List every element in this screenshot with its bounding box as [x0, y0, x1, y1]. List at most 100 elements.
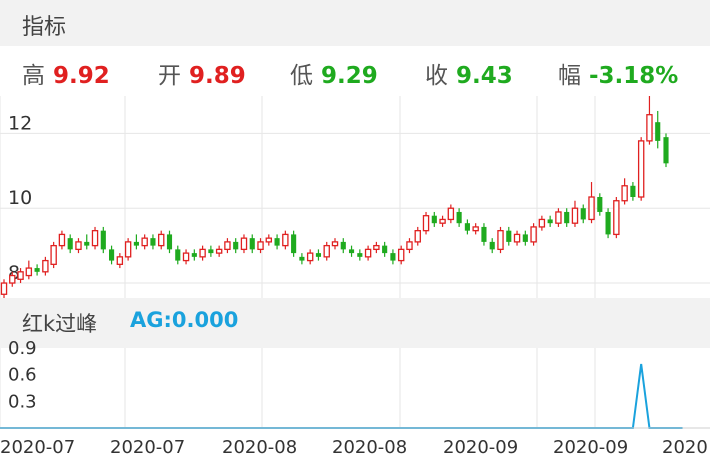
candle: [422, 211, 430, 235]
candle-body: [397, 248, 405, 262]
candle-body: [323, 244, 330, 258]
candle: [265, 234, 273, 246]
candle: [456, 208, 462, 227]
candle: [364, 245, 372, 261]
candle-body: [547, 219, 553, 224]
candle-body: [249, 238, 255, 250]
quote-high-value: 9.92: [53, 63, 110, 89]
candle: [199, 245, 206, 261]
y-tick-label: 10: [8, 187, 32, 209]
candle: [25, 260, 33, 280]
candle: [538, 215, 546, 231]
candle: [34, 264, 40, 276]
candle-body: [571, 207, 579, 224]
candle-body: [91, 230, 99, 247]
candle: [663, 133, 669, 168]
candle: [50, 241, 57, 269]
candle: [291, 230, 297, 257]
quote-row: 高 9.92 开 9.89 低 9.29 收 9.43 幅 -3.18%: [0, 46, 710, 96]
candle: [464, 219, 470, 235]
candle-body: [58, 233, 66, 247]
candle-body: [373, 244, 380, 251]
candle-body: [150, 238, 156, 246]
candle: [597, 193, 603, 216]
indicator-name[interactable]: 红k过峰: [22, 308, 97, 338]
candle: [182, 249, 190, 265]
candle-body: [382, 245, 388, 254]
candle: [274, 234, 280, 250]
candle: [240, 234, 248, 254]
candle-body: [522, 234, 528, 242]
candle: [605, 208, 611, 239]
candle: [306, 249, 314, 265]
ind-y-tick-label: 0.6: [8, 365, 37, 386]
candle-body: [422, 215, 430, 232]
candle-body: [580, 208, 586, 220]
candle-body: [481, 226, 487, 242]
header-title: 指标: [22, 15, 67, 40]
candle-body: [497, 230, 504, 251]
candle-body: [630, 185, 636, 197]
candle: [158, 230, 165, 250]
candle-body: [257, 241, 264, 251]
candle: [621, 178, 628, 205]
candle-body: [67, 238, 73, 250]
candle-body: [646, 114, 653, 142]
quote-high: 高 9.92: [22, 56, 110, 90]
candle-body: [431, 215, 437, 224]
candle-body: [390, 253, 396, 261]
candle-body: [274, 238, 280, 246]
candle: [431, 211, 437, 227]
candle: [513, 230, 521, 246]
candle: [175, 245, 181, 265]
x-tick-label: 2020-09: [553, 437, 628, 458]
candle: [0, 279, 8, 298]
candle-body: [331, 241, 339, 247]
quote-change-label: 幅: [558, 63, 581, 89]
candle: [564, 208, 570, 227]
candle: [233, 238, 239, 254]
candle-body: [364, 248, 372, 258]
candle: [414, 226, 421, 246]
candle-body: [124, 241, 132, 258]
candle-body: [447, 207, 455, 221]
candle-body: [621, 185, 628, 202]
candle-body: [233, 241, 239, 250]
candle: [17, 268, 24, 284]
candle: [91, 226, 99, 250]
candle: [472, 223, 479, 235]
candle-body: [530, 226, 537, 243]
quote-close-value: 9.43: [456, 63, 513, 89]
candle: [42, 256, 49, 276]
candle: [141, 234, 148, 250]
candle-body: [464, 223, 470, 231]
candle-body: [637, 140, 645, 198]
candle: [373, 241, 380, 254]
candle-body: [489, 241, 495, 250]
candle-body: [564, 211, 570, 224]
candle-body: [613, 200, 620, 236]
candle: [109, 245, 115, 265]
candle-body: [0, 282, 8, 295]
candle: [116, 253, 124, 269]
candle-body: [605, 211, 611, 235]
candle-body: [141, 237, 148, 247]
candle: [489, 238, 495, 254]
candle-body: [282, 233, 289, 247]
candle-body: [538, 218, 546, 228]
candle: [340, 238, 346, 254]
candle: [506, 226, 512, 246]
candle: [481, 223, 487, 246]
candle-body: [116, 256, 124, 265]
quote-low-label: 低: [290, 63, 313, 89]
ind-y-tick-label: 0.3: [8, 391, 37, 412]
candle: [224, 238, 231, 254]
candle-body: [42, 259, 49, 273]
candle: [571, 200, 579, 227]
candle: [390, 249, 396, 265]
candle-body: [306, 252, 314, 262]
candle-body: [340, 241, 346, 250]
candle: [382, 241, 388, 257]
candle-body: [84, 241, 90, 246]
candle: [315, 249, 322, 261]
